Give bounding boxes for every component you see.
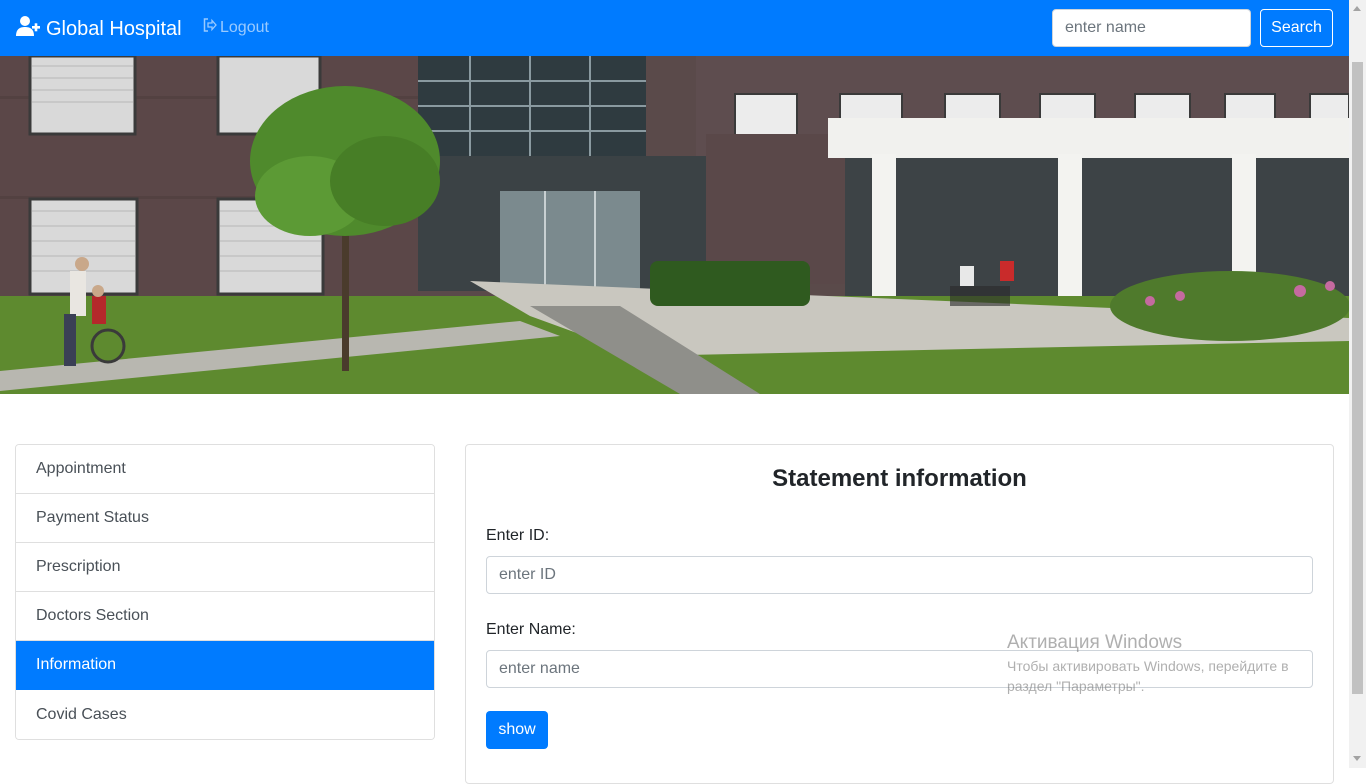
search-button[interactable]: Search bbox=[1260, 9, 1333, 47]
id-input[interactable] bbox=[486, 556, 1313, 594]
sidebar-item-appointment[interactable]: Appointment bbox=[16, 445, 434, 494]
user-plus-icon bbox=[16, 15, 40, 43]
name-input[interactable] bbox=[486, 650, 1313, 688]
page-scrollbar[interactable] bbox=[1349, 0, 1366, 768]
show-button[interactable]: show bbox=[486, 711, 548, 749]
hospital-building-photo bbox=[0, 56, 1349, 394]
id-label: Enter ID: bbox=[486, 527, 550, 544]
logout-link[interactable]: Logout bbox=[203, 18, 269, 37]
brand-title: Global Hospital bbox=[46, 17, 182, 40]
sidebar-item-payment-status[interactable]: Payment Status bbox=[16, 494, 434, 543]
scroll-down-arrow-icon[interactable] bbox=[1353, 756, 1361, 761]
sidebar-item-information[interactable]: Information bbox=[16, 641, 434, 690]
navbar: Global Hospital Logout Search bbox=[0, 0, 1349, 56]
sign-out-icon bbox=[203, 18, 217, 37]
brand-link[interactable]: Global Hospital bbox=[16, 14, 182, 44]
hero-image bbox=[0, 56, 1349, 394]
sidebar-menu: Appointment Payment Status Prescription … bbox=[15, 444, 435, 740]
sidebar-item-doctors-section[interactable]: Doctors Section bbox=[16, 592, 434, 641]
sidebar-item-covid-cases[interactable]: Covid Cases bbox=[16, 690, 434, 739]
card-title: Statement information bbox=[772, 465, 1027, 492]
search-input[interactable] bbox=[1052, 9, 1251, 47]
scroll-up-arrow-icon[interactable] bbox=[1353, 6, 1361, 11]
logout-label: Logout bbox=[220, 18, 269, 36]
scroll-thumb[interactable] bbox=[1352, 62, 1363, 694]
name-label: Enter Name: bbox=[486, 621, 576, 638]
sidebar-item-prescription[interactable]: Prescription bbox=[16, 543, 434, 592]
statement-card: Statement information Enter ID: Enter Na… bbox=[465, 444, 1334, 784]
